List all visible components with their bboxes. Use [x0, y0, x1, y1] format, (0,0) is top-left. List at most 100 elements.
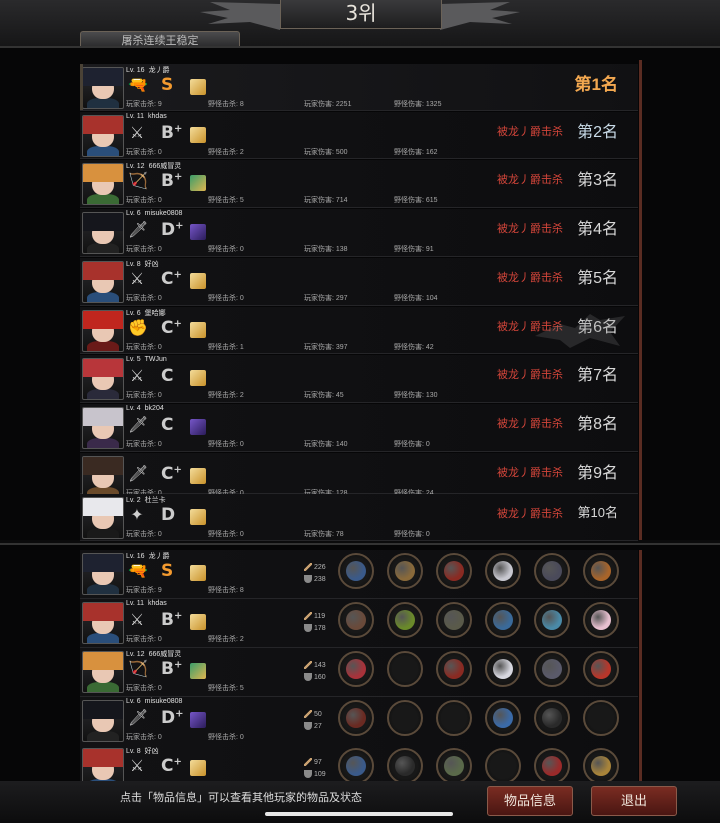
avatar[interactable]: [82, 212, 124, 254]
equipment-slot[interactable]: [534, 651, 570, 687]
equipment-slot[interactable]: [583, 748, 619, 783]
pet-icon[interactable]: [190, 224, 206, 240]
attack-value: 143: [314, 662, 326, 669]
pet-icon[interactable]: [190, 322, 206, 338]
weapon-icon: 🏹: [128, 173, 148, 190]
equipment-slot[interactable]: [387, 602, 423, 638]
pet-icon[interactable]: [190, 565, 206, 581]
level-name: Lv. 11 khdas: [126, 600, 167, 607]
avatar[interactable]: [82, 261, 124, 303]
equipment-slot[interactable]: [387, 748, 423, 783]
equipment-slot[interactable]: [485, 748, 521, 783]
equipment-slot[interactable]: [485, 602, 521, 638]
avatar[interactable]: [82, 497, 124, 539]
equipment-slot[interactable]: [436, 700, 472, 736]
equipment-slot[interactable]: [436, 553, 472, 589]
ranking-row[interactable]: 🗡C+玩家击杀: 0野怪击杀: 0玩家伤害: 128野怪伤害: 24被龙丿爵击杀…: [80, 453, 638, 498]
pet-icon[interactable]: [190, 79, 206, 95]
equipment-slot[interactable]: [436, 748, 472, 783]
pet-icon[interactable]: [190, 370, 206, 386]
equipment-slot[interactable]: [387, 553, 423, 589]
equipment-slot[interactable]: [534, 553, 570, 589]
pet-icon[interactable]: [190, 468, 206, 484]
avatar[interactable]: [82, 67, 124, 109]
equipment-slot[interactable]: [485, 700, 521, 736]
equipment-slot[interactable]: [338, 748, 374, 783]
ranking-row[interactable]: Lv. 11 khdas ⚔ B+ 玩家击杀: 0 野怪击杀: 2 玩家伤害: 500 野怪伤…: [80, 112, 638, 159]
grade-letter: C: [161, 756, 174, 776]
equipment-slot[interactable]: [436, 651, 472, 687]
ranking-row[interactable]: Lv. 6 misuke0808 🗡 D+ 玩家击杀: 0 野怪击杀: 0 玩家伤害: 13…: [80, 209, 638, 257]
gear-scrollbar[interactable]: [639, 550, 642, 783]
level-name: [126, 454, 130, 461]
avatar[interactable]: [82, 456, 124, 498]
killed-by-label: 被龙丿爵击杀: [497, 369, 563, 381]
equipment-slot[interactable]: [338, 651, 374, 687]
pet-icon[interactable]: [190, 175, 206, 191]
equipment-slot[interactable]: [583, 700, 619, 736]
ranking-scrollbar[interactable]: [639, 60, 642, 540]
equipment-slot[interactable]: [338, 553, 374, 589]
ranking-row[interactable]: Lv. 5 TWJun ⚔ C 玩家击杀: 0 野怪击杀: 2 玩家伤害: 45 野怪伤害: …: [80, 355, 638, 403]
item-info-button[interactable]: 物品信息: [487, 786, 573, 816]
tab-stable[interactable]: 屠杀连续王稳定: [80, 31, 240, 46]
avatar[interactable]: [82, 163, 124, 205]
gear-row[interactable]: Lv. 12 666威冒灵 🏹 B+ 玩家击杀: 0 野怪击杀: 5 143 160: [80, 648, 638, 697]
equipment-slot[interactable]: [583, 651, 619, 687]
monster-kills-stat: 野怪击杀: 0: [208, 295, 244, 302]
pet-icon[interactable]: [190, 273, 206, 289]
ranking-row[interactable]: Lv. 4 bk204 🗡 C 玩家击杀: 0 野怪击杀: 0 玩家伤害: 140 野怪伤害:…: [80, 404, 638, 452]
ranking-row[interactable]: Lv. 12 666威冒灵 🏹 B+ 玩家击杀: 0 野怪击杀: 5 玩家伤害: 714 野怪…: [80, 160, 638, 208]
pet-icon[interactable]: [190, 663, 206, 679]
pet-icon[interactable]: [190, 127, 206, 143]
avatar[interactable]: [82, 115, 124, 157]
avatar[interactable]: [82, 358, 124, 400]
item-info-hint: 点击「物品信息」可以查看其他玩家的物品及状态: [120, 792, 362, 804]
equipment-slot[interactable]: [583, 602, 619, 638]
gear-row[interactable]: Lv. 16 龙丿爵 🔫 S 玩家击杀: 9 野怪击杀: 8 226 238: [80, 550, 638, 599]
pet-icon[interactable]: [190, 419, 206, 435]
pet-icon[interactable]: [190, 760, 206, 776]
avatar[interactable]: [82, 748, 124, 783]
equipment-slot[interactable]: [387, 651, 423, 687]
equipment-slot[interactable]: [534, 700, 570, 736]
avatar[interactable]: [82, 553, 124, 595]
grade-badge: C+: [161, 269, 182, 289]
gear-row[interactable]: Lv. 8 好凶 ⚔ C+ 97 109: [80, 745, 638, 783]
avatar[interactable]: [82, 310, 124, 352]
avatar-hair: [83, 457, 123, 475]
level-name: Lv. 2 杜兰卡: [126, 495, 166, 505]
ranking-row[interactable]: Lv. 2 杜兰卡 ✦ D 玩家击杀: 0 野怪击杀: 0 玩家伤害: 78 野怪伤害: 0被…: [80, 494, 638, 541]
pet-icon[interactable]: [190, 614, 206, 630]
equipment-slot[interactable]: [583, 553, 619, 589]
avatar-body: [87, 633, 119, 643]
equipment-slot[interactable]: [338, 700, 374, 736]
pet-icon[interactable]: [190, 509, 206, 525]
pet-icon[interactable]: [190, 712, 206, 728]
avatar-body: [87, 243, 119, 253]
gear-row[interactable]: Lv. 6 misuke0808 🗡 D+ 玩家击杀: 0 野怪击杀: 0 50 27: [80, 697, 638, 746]
avatar[interactable]: [82, 700, 124, 742]
sword-icon: [304, 758, 312, 767]
avatar[interactable]: [82, 651, 124, 693]
ranking-row[interactable]: Lv. 16 龙丿爵 🔫 S 玩家击杀: 9 野怪击杀: 8 玩家伤害: 2251 野怪伤害:…: [80, 64, 638, 111]
grade-badge: D+: [161, 708, 184, 728]
equipment-slot[interactable]: [485, 651, 521, 687]
equipment-slot[interactable]: [534, 602, 570, 638]
avatar[interactable]: [82, 602, 124, 644]
equipment-slot[interactable]: [436, 602, 472, 638]
monster-kills-stat: 野怪击杀: 8: [208, 587, 244, 594]
player-kills-stat: 玩家击杀: 0: [126, 246, 162, 253]
monster-damage-stat: 野怪伤害: 104: [394, 295, 438, 302]
rank-label: 第3名: [577, 172, 618, 189]
exit-button[interactable]: 退出: [591, 786, 677, 816]
ranking-row[interactable]: Lv. 8 好凶 ⚔ C+ 玩家击杀: 0 野怪击杀: 0 玩家伤害: 297 野怪伤害: 1…: [80, 258, 638, 306]
equipment-slot[interactable]: [485, 553, 521, 589]
equipment-item-icon: [493, 659, 513, 679]
gear-row[interactable]: Lv. 11 khdas ⚔ B+ 玩家击杀: 0 野怪击杀: 2 119 178: [80, 599, 638, 648]
avatar[interactable]: [82, 407, 124, 449]
equipment-slot[interactable]: [338, 602, 374, 638]
equipment-slot[interactable]: [387, 700, 423, 736]
equipment-slot[interactable]: [534, 748, 570, 783]
home-indicator[interactable]: [265, 812, 453, 816]
